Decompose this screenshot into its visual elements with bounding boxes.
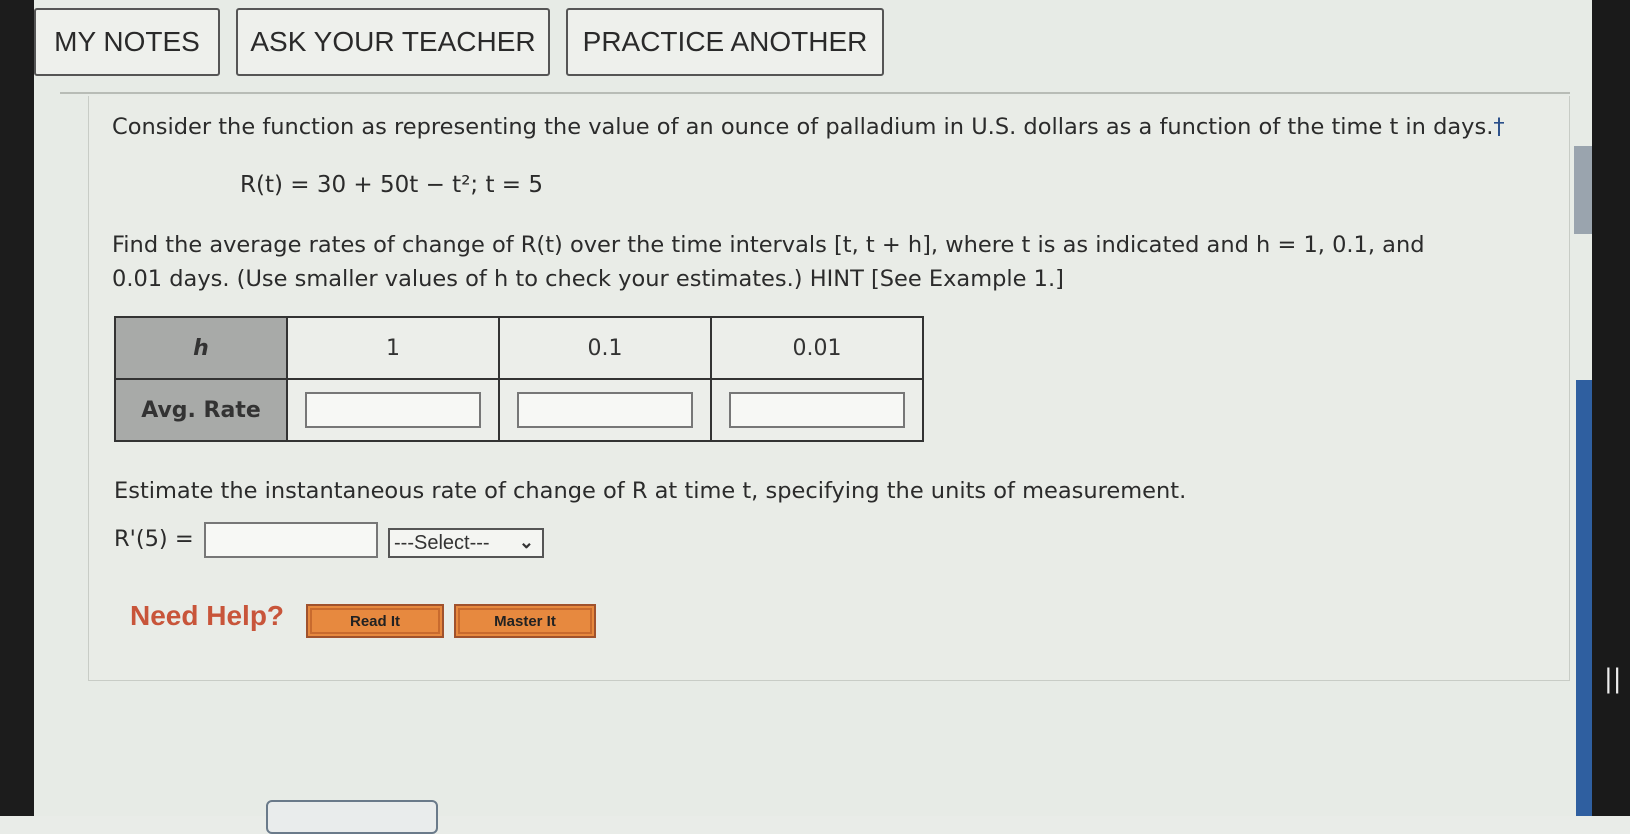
function-definition: R(t) = 30 + 50t − t²; t = 5	[240, 172, 544, 198]
problem-intro: Consider the function as representing th…	[112, 114, 1505, 140]
master-it-button[interactable]: Master It	[454, 604, 596, 638]
adjacent-window-edge	[1576, 380, 1592, 816]
average-rate-table: h 1 0.1 0.01 Avg. Rate	[114, 316, 924, 442]
avg-rate-cell	[710, 378, 924, 442]
need-help-label: Need Help?	[130, 600, 285, 631]
avg-rate-header-cell: Avg. Rate	[114, 378, 288, 442]
table-row-avg-rate: Avg. Rate	[114, 378, 924, 442]
h-value-cell: 0.01	[710, 316, 924, 380]
instantaneous-prompt: Estimate the instantaneous rate of chang…	[114, 478, 1187, 504]
problem-intro-text: Consider the function as representing th…	[112, 114, 1494, 140]
avg-rate-input-h001[interactable]	[729, 392, 905, 428]
instruction-line-2: 0.01 days. (Use smaller values of h to c…	[112, 266, 1064, 292]
table-row-h: h 1 0.1 0.01	[114, 316, 924, 380]
avg-rate-cell	[498, 378, 712, 442]
practice-another-button[interactable]: PRACTICE ANOTHER	[566, 8, 884, 76]
screen-bezel-left	[0, 0, 34, 816]
units-select[interactable]: ---Select--- ⌄	[388, 528, 544, 558]
footnote-dagger[interactable]: †	[1493, 114, 1504, 140]
toolbar-divider	[60, 92, 1570, 94]
ask-your-teacher-button[interactable]: ASK YOUR TEACHER	[236, 8, 550, 76]
submit-button-partial[interactable]	[266, 800, 438, 834]
h-value-cell: 1	[286, 316, 500, 380]
my-notes-button[interactable]: MY NOTES	[34, 8, 220, 76]
read-it-button[interactable]: Read It	[306, 604, 444, 638]
chevron-down-icon: ⌄	[518, 532, 534, 552]
avg-rate-input-h1[interactable]	[305, 392, 481, 428]
units-select-value: ---Select---	[394, 531, 490, 554]
h-header-cell: h	[114, 316, 288, 380]
instruction-line-1: Find the average rates of change of R(t)…	[112, 232, 1425, 258]
avg-rate-input-h01[interactable]	[517, 392, 693, 428]
h-value-cell: 0.1	[498, 316, 712, 380]
derivative-answer-input[interactable]	[204, 522, 378, 558]
resize-handle-icon[interactable]: ||	[1604, 664, 1622, 694]
avg-rate-cell	[286, 378, 500, 442]
derivative-label: R'(5) =	[114, 526, 194, 552]
